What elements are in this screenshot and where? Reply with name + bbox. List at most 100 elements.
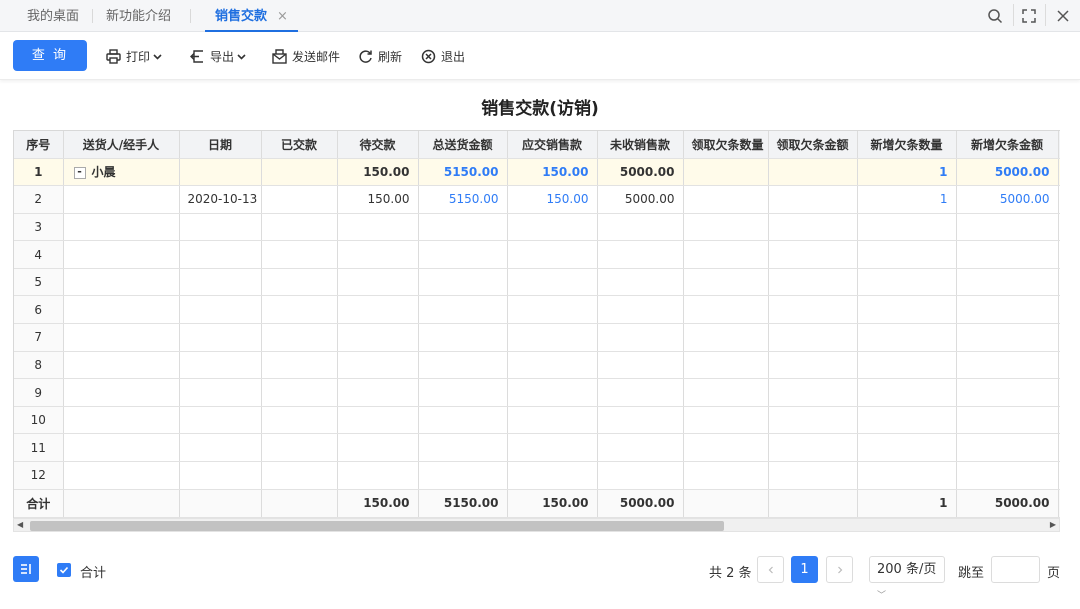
tab-sales-payment[interactable]: 销售交款 × [205,0,298,32]
exit-label: 退出 [441,49,466,64]
next-page-button[interactable] [826,556,853,583]
table-row-group[interactable]: 1 - 小晨 150.00 5150.00 150.00 5000.00 1 50… [14,158,1060,187]
column-header[interactable]: 未收销售款 [597,131,684,159]
export-icon [190,49,203,63]
tab-close-icon[interactable]: × [277,9,288,24]
window-divider [1045,4,1046,26]
total-delivery-link[interactable]: 5150.00 [418,185,508,214]
row-index: 4 [14,240,64,269]
total-unreceived: 5000.00 [597,488,684,518]
page-button-current[interactable]: 1 [791,556,818,583]
print-button[interactable]: 打印 [106,45,167,67]
tab-my-desktop[interactable]: 我的桌面 [27,0,79,32]
prev-page-button[interactable] [757,556,784,583]
total-checkbox[interactable] [57,563,71,577]
tab-divider [190,9,191,23]
overflow-cell [1058,185,1060,214]
table-row[interactable]: 10 [14,406,1060,435]
unreceived-cell: 5000.00 [597,185,684,214]
collapse-toggle-icon[interactable]: - [73,166,86,179]
tab-label: 新功能介绍 [106,9,172,24]
scroll-left-icon[interactable]: ◀ [17,520,23,529]
tab-bar: 我的桌面 新功能介绍 销售交款 × [0,0,1080,32]
recv-count-cell [683,158,769,187]
column-header[interactable]: 新增欠条数量 [857,131,957,159]
window-divider [1013,4,1014,26]
column-header[interactable]: 已交款 [261,131,338,159]
column-header[interactable]: 送货人/经手人 [63,131,180,159]
search-icon[interactable] [983,4,1007,28]
chevron-down-icon [237,53,246,60]
table-row[interactable]: 7 [14,323,1060,352]
footer-bar: 合计 共 2 条 1 200 条/页 ﹀ 跳至 页 [0,552,1080,601]
column-header[interactable]: 领取欠条数量 [683,131,769,159]
jump-page-input[interactable] [991,556,1040,583]
fullscreen-icon[interactable] [1017,4,1041,28]
recv-amount-cell [768,158,858,187]
table-row[interactable]: 11 [14,433,1060,463]
table-row[interactable]: 12 [14,461,1060,490]
new-amount-link[interactable]: 5000.00 [956,158,1059,187]
column-header[interactable]: 待交款 [337,131,419,159]
export-button[interactable]: 导出 [190,45,251,67]
column-header[interactable]: 领取欠条金额 [768,131,858,159]
row-index: 2 [14,185,64,214]
exit-icon [421,49,436,63]
exit-button[interactable]: 退出 [421,45,465,67]
page-size-select[interactable]: 200 条/页 ﹀ [869,556,945,601]
page-size-value: 200 条/页 [877,562,937,577]
paid-cell [261,158,338,187]
new-count-link[interactable]: 1 [857,158,957,187]
tab-label: 销售交款 [215,9,268,24]
column-settings-button[interactable] [13,556,39,582]
table-row[interactable]: 8 [14,351,1060,380]
table-header-row: 序号 送货人/经手人 日期 已交款 待交款 总送货金额 应交销售款 未收销售款 … [14,131,1060,159]
new-amount-link[interactable]: 5000.00 [956,185,1059,214]
total-label: 合计 [14,488,64,518]
chevron-right-icon [837,566,842,573]
chevron-down-icon: ﹀ [877,591,887,601]
total-new-count: 1 [857,488,957,518]
row-index: 10 [14,406,64,435]
unreceived-cell: 5000.00 [597,158,684,187]
scrollbar-thumb[interactable] [30,521,724,531]
due-sales-link[interactable]: 150.00 [507,158,598,187]
total-delivery-link[interactable]: 5150.00 [418,158,508,187]
tab-divider [92,9,93,23]
person-cell: - 小晨 [63,158,180,187]
horizontal-scrollbar[interactable]: ◀ ▶ [13,518,1060,532]
total-delivery: 5150.00 [418,488,508,518]
row-index: 8 [14,351,64,380]
send-email-label: 发送邮件 [292,49,341,64]
table-row[interactable]: 2 2020-10-13 150.00 5150.00 150.00 5000.… [14,185,1060,214]
chevron-down-icon [153,53,162,60]
column-header[interactable]: 总送货金额 [418,131,508,159]
recv-count-cell [683,185,769,214]
row-index: 6 [14,295,64,325]
refresh-button[interactable]: 刷新 [358,45,402,67]
close-icon[interactable] [1051,4,1075,28]
tab-new-features[interactable]: 新功能介绍 [106,0,171,32]
table-row[interactable]: 3 [14,213,1060,242]
due-sales-link[interactable]: 150.00 [507,185,598,214]
table-row[interactable]: 9 [14,378,1060,407]
refresh-label: 刷新 [378,49,403,64]
scroll-right-icon[interactable]: ▶ [1050,520,1056,529]
query-button[interactable]: 查 询 [13,40,87,71]
toolbar: 查 询 打印 导出 发送邮件 刷新 退出 [0,32,1080,80]
column-header[interactable]: 日期 [179,131,262,159]
table-row[interactable]: 6 [14,295,1060,325]
column-settings-icon [21,564,31,574]
total-pending: 150.00 [337,488,419,518]
record-count: 共 2 条 [709,566,752,581]
column-header[interactable]: 序号 [14,131,64,159]
send-email-button[interactable]: 发送邮件 [272,45,340,67]
refresh-icon [359,49,372,63]
table-row[interactable]: 5 [14,268,1060,297]
new-count-link[interactable]: 1 [857,185,957,214]
data-grid: 序号 送货人/经手人 日期 已交款 待交款 总送货金额 应交销售款 未收销售款 … [13,130,1060,518]
column-header[interactable]: 新增欠条金额 [956,131,1059,159]
table-row[interactable]: 4 [14,240,1060,269]
date-cell: 2020-10-13 [179,185,262,214]
column-header[interactable]: 应交销售款 [507,131,598,159]
